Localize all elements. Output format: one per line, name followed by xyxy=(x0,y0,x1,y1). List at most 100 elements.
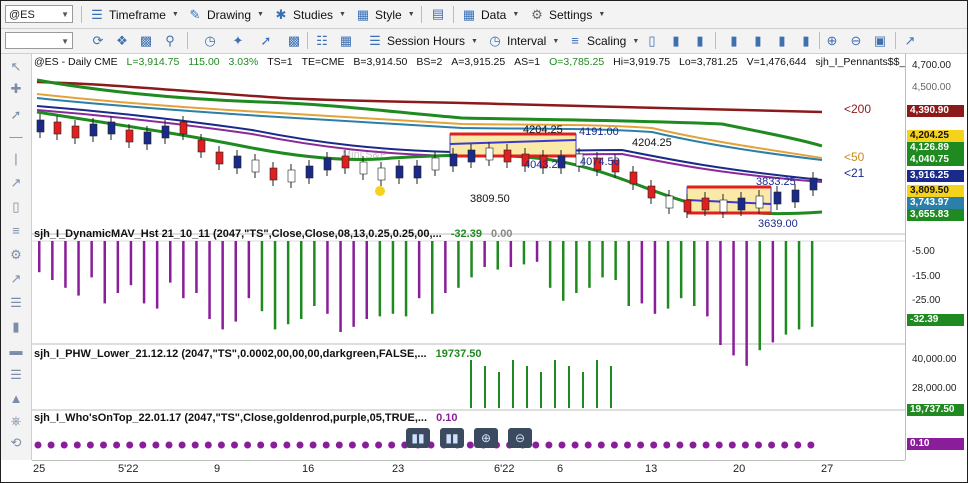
histogram-bar xyxy=(653,241,657,314)
horizontal-line-icon[interactable]: — xyxy=(6,128,26,146)
whos-on-top-dot xyxy=(113,441,121,449)
layout-icon[interactable]: ▤ xyxy=(429,5,447,23)
speed-lines-icon[interactable]: ↗ xyxy=(6,270,26,288)
text-tool-icon[interactable]: ☰ xyxy=(6,366,26,384)
chart-area[interactable]: Mini S&P 4204.25 4191.00 4204.25 4043.25… xyxy=(32,54,914,460)
whos-on-top-dot xyxy=(558,441,566,449)
histogram-bar xyxy=(627,241,630,306)
histogram-bar xyxy=(391,241,395,314)
bars-right-icon[interactable]: ▮ xyxy=(797,32,815,50)
symbol-input[interactable]: @ES ▼ xyxy=(5,5,73,23)
candle-fill-icon[interactable]: ▮ xyxy=(691,32,709,50)
histogram-bar xyxy=(234,241,237,322)
timeframe-menu[interactable]: ☰ Timeframe ▼ xyxy=(89,5,179,24)
price-tick: 4,700.00 xyxy=(912,60,951,71)
zoom-box-icon[interactable]: ▣ xyxy=(871,32,889,50)
zoom-in-icon[interactable]: ⊕ xyxy=(823,32,841,50)
histogram-bar xyxy=(588,241,591,288)
candle-body xyxy=(323,157,332,171)
pennants-study-label[interactable]: sjh_I_Pennants$$_... xyxy=(815,56,914,68)
candle-body xyxy=(719,199,728,213)
drawing-menu[interactable]: ✎ Drawing ▼ xyxy=(187,5,264,24)
histogram-bar xyxy=(378,241,382,317)
candle-body xyxy=(89,123,98,137)
pin-icon[interactable]: ✦ xyxy=(229,32,247,50)
expand-bars-button[interactable]: ▮▮ xyxy=(440,428,464,448)
whos-on-top-dot xyxy=(375,441,383,449)
pitchfork-icon[interactable]: ⚙ xyxy=(6,246,26,264)
signal-dot xyxy=(375,186,385,196)
pane4-title[interactable]: sjh_I_Who'sOnTop_22.01.17 (2047,"TS",Clo… xyxy=(34,412,458,424)
ray-icon[interactable]: ↗ xyxy=(6,174,26,192)
trendline-icon[interactable]: ➚ xyxy=(6,106,26,124)
session-hours-menu[interactable]: ☰ Session Hours ▼ xyxy=(367,32,478,50)
pointer-icon[interactable]: ↖ xyxy=(6,58,26,76)
secondary-symbol-input[interactable]: ▼ xyxy=(5,32,73,49)
compress-bars-icon[interactable]: ▮ xyxy=(725,32,743,50)
histogram-bar xyxy=(509,241,513,267)
candle-body xyxy=(737,197,746,211)
histogram-bar xyxy=(745,241,748,366)
ellipse-icon[interactable]: ▬ xyxy=(6,342,26,360)
zoom-in-button[interactable]: ⊕ xyxy=(474,428,498,448)
ma-upper-band xyxy=(36,78,823,148)
whos-on-top-dot xyxy=(60,441,68,449)
interval-menu[interactable]: ◷ Interval ▼ xyxy=(487,32,559,50)
cursor-icon[interactable]: ❖ xyxy=(113,32,131,50)
zoom-out-icon[interactable]: ⊖ xyxy=(847,32,865,50)
chevron-down-icon: ▼ xyxy=(61,37,69,46)
table-icon[interactable]: ▦ xyxy=(337,32,355,50)
whos-on-top-dot xyxy=(728,441,736,449)
crosshair-icon[interactable]: ✚ xyxy=(6,80,26,98)
whos-on-top-dot xyxy=(466,441,474,449)
candle-style-icon[interactable]: ▮ xyxy=(667,32,685,50)
grid-icon[interactable]: ☷ xyxy=(313,32,331,50)
bar-style-icon[interactable]: ▯ xyxy=(643,32,661,50)
scaling-menu[interactable]: ≡ Scaling ▼ xyxy=(567,32,639,50)
price-axis[interactable]: 4,700.00 4,500.00 4,390.90 4,204.25 4,12… xyxy=(905,54,967,460)
whos-on-top-dot xyxy=(794,441,802,449)
chart-canvas[interactable]: Mini S&P 4204.25 4191.00 4204.25 4043.25… xyxy=(32,54,905,460)
bar-chart-icon[interactable]: ▩ xyxy=(285,32,303,50)
style-menu[interactable]: ▦ Style ▼ xyxy=(355,5,415,24)
histogram-bar xyxy=(470,241,473,278)
candle-body xyxy=(701,197,710,211)
whos-on-top-dot xyxy=(755,441,762,449)
histogram-bar xyxy=(300,241,303,319)
pane3-title[interactable]: sjh_I_PHW_Lower_21.12.12 (2047,"TS",0.00… xyxy=(34,348,482,360)
phw-bar xyxy=(540,372,542,408)
expand-bars-icon[interactable]: ▮ xyxy=(749,32,767,50)
histogram-bar xyxy=(326,241,329,314)
vertical-line-icon[interactable]: | xyxy=(6,150,26,168)
chart-icon[interactable]: ▩ xyxy=(137,32,155,50)
candle-body xyxy=(341,155,350,169)
add-chart-icon[interactable]: ↗ xyxy=(901,32,919,50)
lock-icon[interactable]: ⎈ xyxy=(6,412,26,430)
gann-fan-icon[interactable]: ☰ xyxy=(6,294,26,312)
zoom-out-button[interactable]: ⊖ xyxy=(508,428,532,448)
undo-icon[interactable]: ⟲ xyxy=(6,434,26,452)
line-chart-icon[interactable]: ➚ xyxy=(257,32,275,50)
histogram-bar xyxy=(404,241,408,317)
data-menu[interactable]: ▦ Data ▼ xyxy=(461,5,519,24)
channel-icon[interactable]: ▯ xyxy=(6,198,26,216)
arrow-tool-icon[interactable]: ▲ xyxy=(6,390,26,408)
histogram-bar xyxy=(758,241,761,351)
compress-bars-button[interactable]: ▮▮ xyxy=(406,428,430,448)
style-label: Style xyxy=(375,7,402,22)
whos-on-top-dot xyxy=(335,441,343,449)
rectangle-icon[interactable]: ▮ xyxy=(6,318,26,336)
studies-menu[interactable]: ✱ Studies ▼ xyxy=(273,5,346,24)
fibonacci-icon[interactable]: ≡ xyxy=(6,222,26,240)
bars-left-icon[interactable]: ▮ xyxy=(773,32,791,50)
settings-menu[interactable]: ⚙ Settings ▼ xyxy=(529,5,605,24)
pencil-icon: ✎ xyxy=(189,6,201,22)
refresh-icon[interactable]: ⟳ xyxy=(89,32,107,50)
clock-icon[interactable]: ◷ xyxy=(201,32,219,50)
time-axis[interactable]: 25 5'22 9 16 23 6'22 6 13 20 27 xyxy=(32,460,905,482)
zoom-in-icon[interactable]: ⚲ xyxy=(161,32,179,50)
pane2-title[interactable]: sjh_I_DynamicMAV_Hst 21_10_11 (2047,"TS"… xyxy=(34,228,512,240)
pennant-low-label: 4043.25 xyxy=(524,159,564,171)
whos-on-top-dot xyxy=(715,441,723,449)
whos-on-top-dot xyxy=(584,441,592,449)
